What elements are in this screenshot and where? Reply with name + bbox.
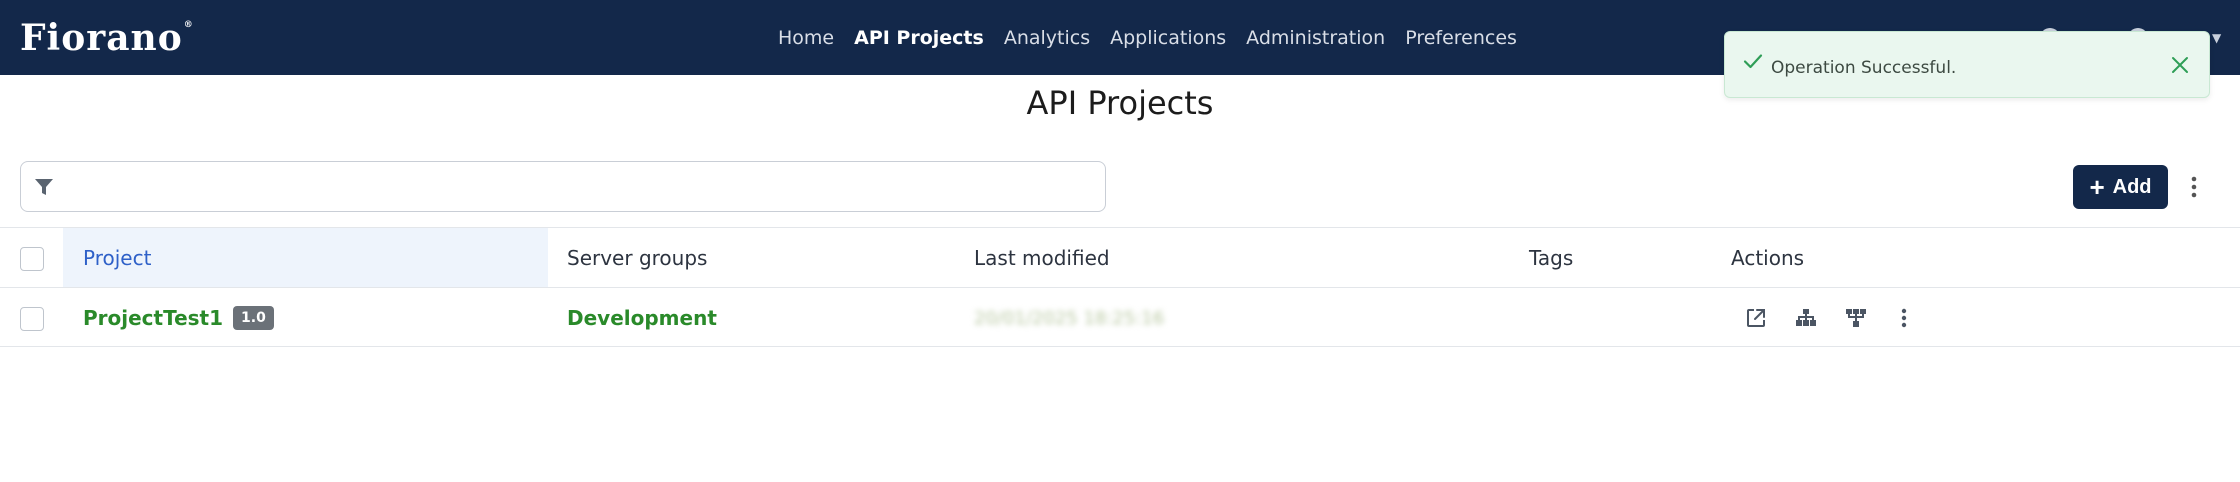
server-group-cell: Development	[567, 288, 717, 348]
filter-input[interactable]	[67, 170, 1087, 204]
nav-applications[interactable]: Applications	[1110, 27, 1226, 49]
plus-icon: +	[2089, 172, 2105, 202]
toast-message: Operation Successful.	[1771, 58, 1957, 78]
nav-home[interactable]: Home	[778, 27, 834, 49]
project-link[interactable]: ProjectTest1	[83, 306, 223, 330]
row-more-vert-icon[interactable]	[1892, 306, 1916, 330]
column-header-server-groups[interactable]: Server groups	[567, 228, 707, 288]
page-title: API Projects	[1026, 84, 1214, 122]
project-cell: ProjectTest1 1.0	[83, 288, 274, 348]
server-group-link[interactable]: Development	[567, 306, 717, 330]
last-modified-value: 20/01/2025 18:25:16	[974, 307, 1165, 329]
column-header-actions: Actions	[1731, 246, 1805, 270]
hierarchy-icon[interactable]	[1794, 306, 1818, 330]
add-button-label: Add	[2112, 175, 2152, 198]
filter-bar[interactable]	[20, 161, 1106, 212]
check-icon	[1743, 54, 1763, 69]
nav-analytics[interactable]: Analytics	[1004, 27, 1090, 49]
column-header-last-modified[interactable]: Last modified	[974, 228, 1110, 288]
last-modified-cell: 20/01/2025 18:25:16	[974, 288, 1164, 348]
column-header-project[interactable]: Project	[63, 228, 548, 288]
nav-administration[interactable]: Administration	[1246, 27, 1385, 49]
table-header-row: Project Server groups Last modified Tags…	[0, 227, 2240, 288]
brand-logo[interactable]: Fiorano®	[20, 18, 194, 58]
column-header-tags: Tags	[1529, 246, 1574, 270]
nav-preferences[interactable]: Preferences	[1405, 27, 1517, 49]
brand-mark: ®	[183, 20, 194, 30]
deploy-icon[interactable]	[1844, 306, 1868, 330]
chevron-down-icon[interactable]: ▼	[2212, 31, 2221, 45]
more-vert-icon[interactable]	[2186, 172, 2202, 202]
row-checkbox[interactable]	[20, 307, 44, 331]
main-nav: Home API Projects Analytics Applications…	[778, 0, 1537, 75]
version-badge: 1.0	[233, 306, 274, 330]
select-all-checkbox[interactable]	[20, 247, 44, 271]
add-button[interactable]: + Add	[2073, 165, 2168, 209]
close-icon[interactable]	[2169, 54, 2191, 76]
open-external-icon[interactable]	[1744, 306, 1768, 330]
projects-table: Project Server groups Last modified Tags…	[0, 227, 2240, 347]
nav-api-projects[interactable]: API Projects	[854, 27, 984, 49]
filter-icon	[35, 179, 53, 195]
brand-name: Fiorano	[20, 17, 183, 59]
table-row: ProjectTest1 1.0 Development 20/01/2025 …	[0, 287, 2240, 347]
